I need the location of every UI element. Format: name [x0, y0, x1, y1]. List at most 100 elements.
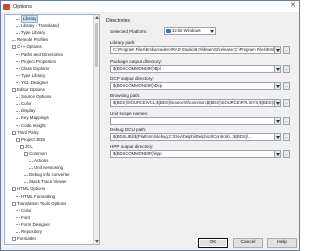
chevron-down-icon[interactable]: [274, 117, 281, 125]
tree-connector: [29, 167, 33, 169]
tree-item[interactable]: Color: [16, 101, 32, 107]
platform-value: 32-bit Windows: [172, 28, 201, 33]
scroll-down-icon[interactable]: [95, 240, 99, 243]
tree-item[interactable]: Repository: [16, 229, 42, 235]
tree-connector: [16, 210, 20, 212]
path-input[interactable]: [110, 117, 275, 125]
collapse-icon[interactable]: [20, 144, 24, 149]
tree-item-label: Paths and Directories: [21, 51, 63, 57]
tree-item[interactable]: Editor Options: [12, 87, 45, 93]
tree-item[interactable]: Form Designer: [16, 222, 50, 228]
tree-item-label: Actions: [34, 158, 49, 163]
tree-item-label: Debug info converter: [29, 172, 70, 178]
tree-item[interactable]: Library: [16, 15, 39, 23]
collapse-icon[interactable]: [12, 187, 16, 192]
browse-button[interactable]: ...: [283, 117, 290, 125]
tree-item[interactable]: Type Library: [16, 73, 45, 79]
tree-item-label: Color: [21, 101, 32, 107]
browse-button[interactable]: ...: [283, 65, 290, 73]
tree-item[interactable]: Project Properties: [16, 59, 56, 65]
tree-item[interactable]: Unit versioning: [29, 165, 63, 171]
browse-button[interactable]: ...: [283, 46, 290, 54]
chevron-down-icon[interactable]: [274, 99, 281, 107]
collapse-icon[interactable]: [24, 151, 28, 156]
field-label: Browsing path:: [110, 93, 141, 98]
tree-item[interactable]: Remote Profiles: [12, 37, 48, 43]
field-label: Library path:: [110, 40, 136, 45]
chevron-down-icon[interactable]: [274, 150, 281, 158]
tree-item-label: HTML Formatting: [21, 193, 55, 199]
tree-item[interactable]: Common: [24, 151, 47, 157]
tree-item[interactable]: Library - Translated: [16, 23, 59, 29]
path-input[interactable]: C:\Program Files\Embarcadero\RAD Studio\…: [110, 46, 275, 54]
chevron-down-icon[interactable]: [274, 82, 281, 90]
tree-item[interactable]: C++ Options: [12, 44, 42, 50]
platform-label: Selected Platform:: [110, 29, 148, 34]
tree-item[interactable]: Class Explorer: [16, 66, 50, 72]
browse-button[interactable]: ...: [283, 82, 290, 90]
tree-item-label: Color: [21, 207, 32, 213]
tree-item-label: Code Insight: [21, 122, 46, 128]
collapse-icon[interactable]: [12, 45, 16, 50]
expand-icon[interactable]: [12, 88, 16, 92]
tree-item[interactable]: Project JEDI: [16, 137, 45, 143]
tree-item[interactable]: Stack Trace Viewer: [24, 179, 67, 185]
tree-item-label: Formatter: [17, 236, 37, 242]
help-button[interactable]: Help: [267, 238, 297, 248]
tree-item-label: Library - Translated: [21, 23, 59, 29]
tree-connector: [16, 196, 20, 197]
title-bar: Options ✕: [1, 1, 299, 12]
cancel-button[interactable]: Cancel: [233, 238, 263, 248]
field-label: Package output directory:: [110, 59, 163, 64]
collapse-icon[interactable]: [16, 137, 20, 142]
options-app-icon: [3, 3, 10, 10]
collapse-icon[interactable]: [12, 201, 16, 206]
tree-item-label: Project JEDI: [21, 136, 46, 142]
tree-scrollbar[interactable]: [93, 15, 99, 244]
path-input[interactable]: $(BDSCOMMONDIR)\Bpl: [110, 65, 275, 73]
tree-item[interactable]: Paths and Directories: [16, 52, 63, 58]
tree-item-label: Display: [21, 108, 36, 114]
tree-connector: [29, 160, 33, 162]
tree-item[interactable]: HTML Options: [12, 186, 45, 192]
platform-select[interactable]: 32-bit Windows: [164, 27, 216, 35]
browse-button[interactable]: ...: [283, 99, 290, 107]
browse-button[interactable]: ...: [283, 133, 290, 141]
tree-item[interactable]: Source Options: [16, 94, 51, 100]
chevron-down-icon[interactable]: [274, 133, 281, 141]
tree-item[interactable]: Type Library: [16, 30, 45, 36]
path-input[interactable]: $(BDSCOMMONDIR)\hpp: [110, 150, 275, 158]
options-tree[interactable]: Library Library - Translated Type Library R…: [4, 14, 100, 245]
scroll-thumb[interactable]: [95, 23, 98, 67]
tree-item[interactable]: YCL Designer: [16, 80, 48, 86]
field-label: HPP output directory:: [110, 144, 154, 149]
tree-item[interactable]: Actions: [29, 158, 48, 164]
tree-item-label: Class Explorer: [21, 65, 50, 71]
tree-item[interactable]: Display: [16, 108, 35, 114]
scroll-up-icon[interactable]: [95, 16, 99, 19]
tree-item[interactable]: Color: [16, 208, 32, 214]
ok-button[interactable]: OK: [198, 238, 228, 248]
path-input[interactable]: $(BDSLIB)\$(Platform)\debug;C:\Dev\Delph…: [110, 133, 275, 141]
close-icon[interactable]: ✕: [290, 2, 296, 10]
tree-item-label: Third Party: [17, 129, 39, 135]
tree-connector: [16, 231, 20, 233]
tree-connector: [16, 68, 20, 70]
path-input[interactable]: $(BDS)\SOURCE\VCL;$(BDS)\source\rtl\comm…: [110, 99, 275, 107]
tree-connector: [16, 117, 20, 119]
chevron-down-icon[interactable]: [274, 46, 281, 54]
tree-item[interactable]: Key Mappings: [16, 115, 49, 121]
tree-item[interactable]: HTML Formatting: [16, 194, 55, 200]
tree-item[interactable]: Code Insight: [16, 123, 46, 129]
browse-button[interactable]: ...: [283, 150, 290, 158]
tree-item[interactable]: Formatter: [12, 236, 36, 242]
collapse-icon[interactable]: [12, 237, 16, 242]
tree-item[interactable]: Third Party: [12, 130, 38, 136]
tree-item[interactable]: Font: [16, 215, 30, 221]
tree-item[interactable]: Translation Tools Options: [12, 201, 66, 207]
collapse-icon[interactable]: [12, 130, 16, 135]
tree-item[interactable]: JCL: [20, 144, 33, 150]
tree-item[interactable]: Debug info converter: [24, 172, 70, 178]
path-input[interactable]: $(BDSCOMMONDIR)\Dcp: [110, 82, 275, 90]
chevron-down-icon[interactable]: [274, 65, 281, 73]
